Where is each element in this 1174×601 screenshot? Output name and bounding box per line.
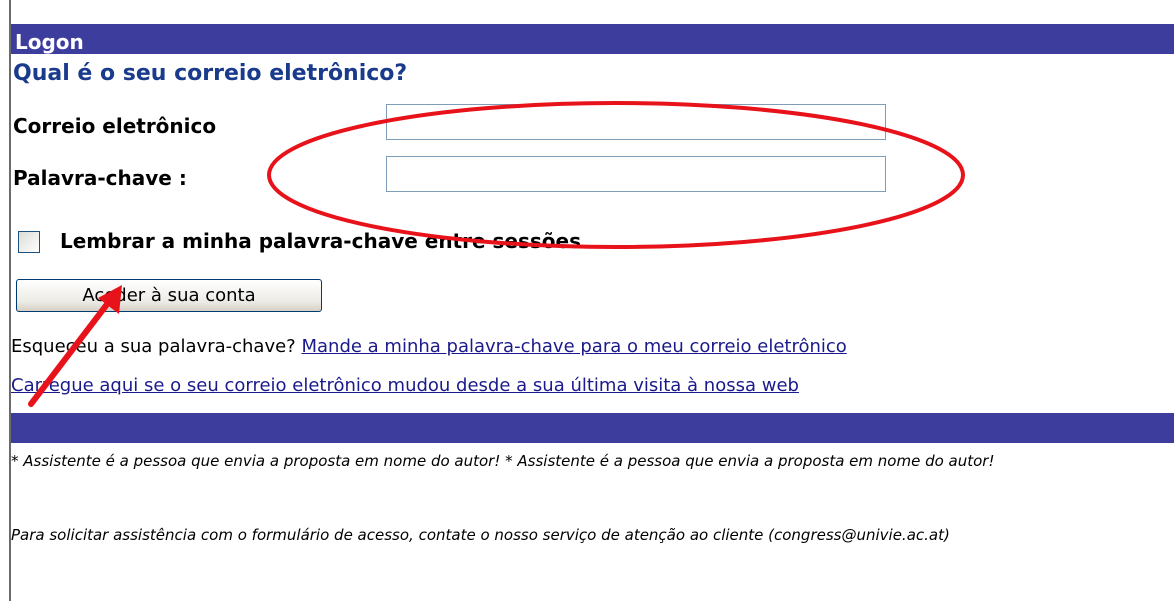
email-field[interactable] <box>386 104 886 140</box>
password-field[interactable] <box>386 156 886 192</box>
remember-password-label[interactable]: Lembrar a minha palavra-chave entre sess… <box>60 229 581 253</box>
remember-password-checkbox[interactable] <box>18 231 40 253</box>
page-title: Logon <box>15 30 84 54</box>
assistant-note: * Assistente é a pessoa que envia a prop… <box>11 452 995 470</box>
password-label: Palavra-chave : <box>13 166 187 190</box>
support-note: Para solicitar assistência com o formulá… <box>11 526 950 544</box>
email-changed-link[interactable]: Carregue aqui se o seu correio eletrônic… <box>11 374 799 398</box>
left-border-rule <box>9 0 11 601</box>
footer-bar <box>11 413 1174 443</box>
send-password-link[interactable]: Mande a minha palavra-chave para o meu c… <box>301 336 846 357</box>
forgot-password-prompt: Esqueceu a sua palavra-chave? <box>11 336 296 357</box>
email-label: Correio eletrônico <box>13 114 217 138</box>
email-question-heading: Qual é o seu correio eletrônico? <box>13 61 408 86</box>
login-button[interactable]: Aceder à sua conta <box>16 279 322 312</box>
header-bar <box>11 24 1174 54</box>
forgot-password-line: Esqueceu a sua palavra-chave? Mande a mi… <box>11 335 847 359</box>
